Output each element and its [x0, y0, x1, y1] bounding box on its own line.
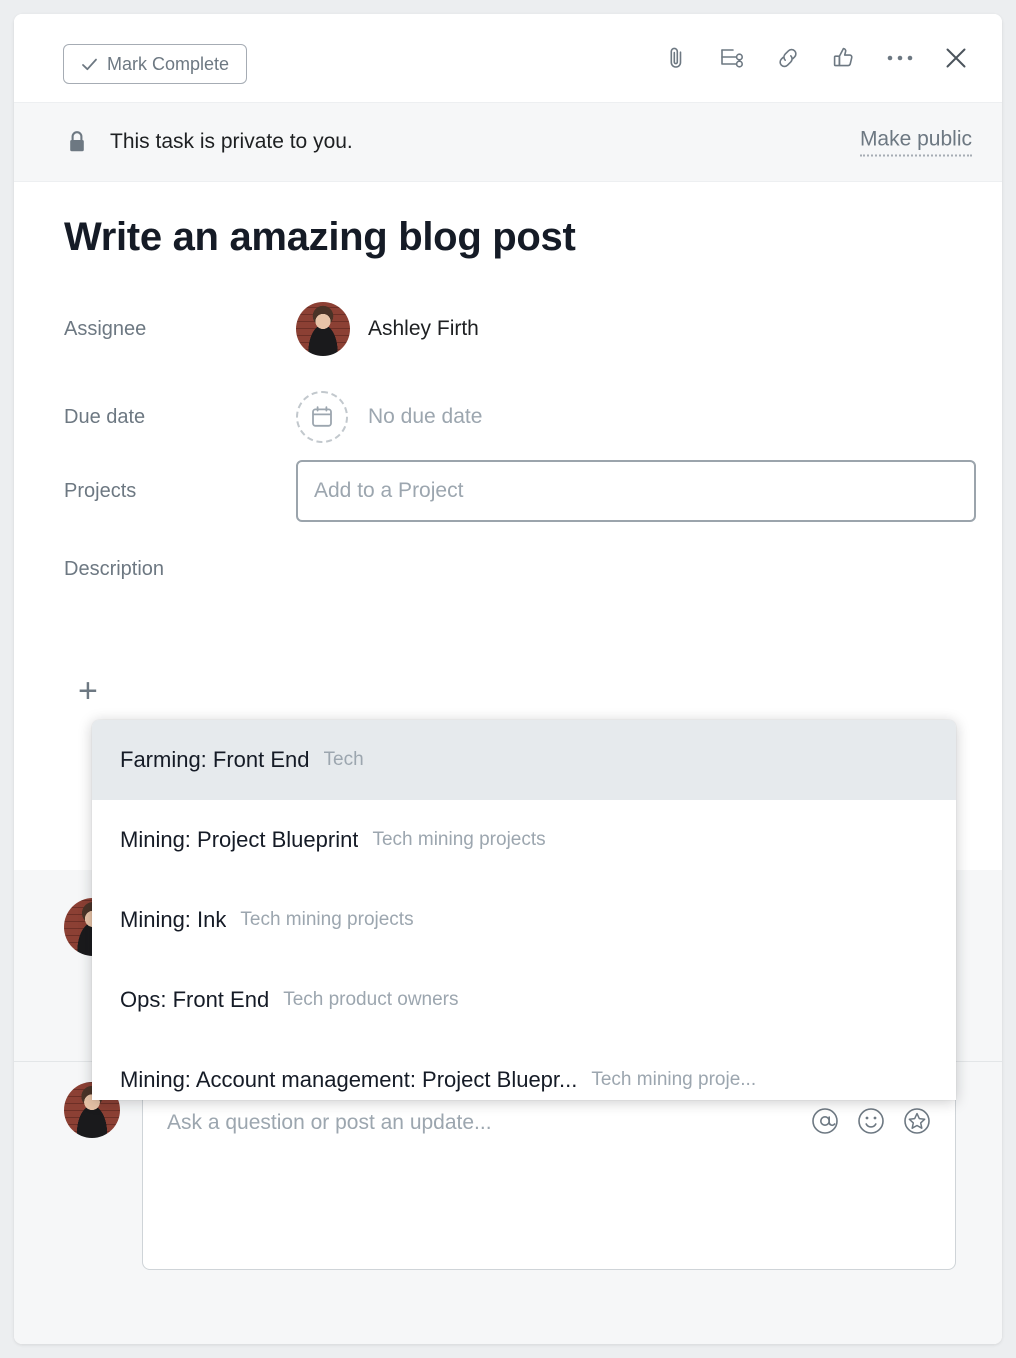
avatar[interactable] [296, 302, 350, 356]
comment-placeholder: Ask a question or post an update... [167, 1111, 492, 1134]
projects-label: Projects [64, 479, 137, 502]
page-title: Write an amazing blog post [64, 215, 576, 259]
make-public-button[interactable]: Make public [859, 128, 972, 157]
check-icon [81, 56, 98, 73]
attachment-icon[interactable] [662, 44, 690, 72]
header-action-bar [662, 44, 970, 72]
mark-complete-button[interactable]: Mark Complete [63, 44, 248, 84]
lock-icon [67, 130, 87, 159]
assignee-row: Assignee Ashley Firth [64, 302, 479, 356]
like-icon[interactable] [830, 44, 858, 72]
task-body: Write an amazing blog post Assignee Ashl… [14, 182, 1002, 1100]
comment-toolbar [809, 1105, 933, 1137]
list-item[interactable]: Mining: Ink Tech mining projects [92, 880, 956, 960]
project-name: Mining: Account management: Project Blue… [120, 1067, 578, 1092]
projects-input[interactable] [296, 460, 976, 522]
project-team: Tech mining projects [240, 909, 414, 930]
privacy-message: This task is private to you. [110, 130, 353, 153]
project-name: Farming: Front End [120, 747, 310, 772]
project-name: Mining: Project Blueprint [120, 827, 359, 852]
list-item[interactable]: Mining: Account management: Project Blue… [92, 1040, 956, 1100]
list-item[interactable]: Farming: Front End Tech [92, 720, 956, 800]
description-label: Description [64, 557, 165, 580]
mark-complete-label: Mark Complete [107, 53, 230, 74]
project-team: Tech mining projects [372, 829, 546, 850]
link-icon[interactable] [774, 44, 802, 72]
privacy-banner: This task is private to you. Make public [14, 103, 1002, 182]
projects-row: Projects [64, 460, 976, 522]
close-icon[interactable] [942, 44, 970, 72]
assignee-name[interactable]: Ashley Firth [368, 317, 479, 341]
project-team: Tech mining proje... [591, 1069, 757, 1090]
task-footer: Collaborators + [14, 1327, 1002, 1344]
project-team: Tech [323, 749, 364, 770]
due-date-label: Due date [64, 405, 146, 428]
description-row: Description [64, 554, 296, 584]
add-subtask-button[interactable]: + [78, 674, 98, 708]
task-header: Mark Complete [14, 14, 1002, 103]
mention-icon[interactable] [809, 1105, 841, 1137]
task-detail-card: Mark Complete This task is private to yo… [14, 14, 1002, 1344]
list-item[interactable]: Ops: Front End Tech product owners [92, 960, 956, 1040]
due-date-row: Due date No due date [64, 390, 482, 444]
more-icon[interactable] [886, 44, 914, 72]
project-suggestions-dropdown[interactable]: Farming: Front End Tech Mining: Project … [92, 720, 956, 1100]
project-name: Mining: Ink [120, 907, 227, 932]
calendar-icon[interactable] [296, 391, 348, 443]
emoji-icon[interactable] [855, 1105, 887, 1137]
project-team: Tech product owners [283, 989, 459, 1010]
due-date-value[interactable]: No due date [368, 405, 482, 429]
comment-input[interactable]: Ask a question or post an update... [142, 1078, 956, 1270]
assignee-label: Assignee [64, 317, 147, 340]
project-name: Ops: Front End [120, 987, 270, 1012]
sticker-icon[interactable] [901, 1105, 933, 1137]
comment-composer: Ask a question or post an update... [14, 1062, 1002, 1327]
subtask-icon[interactable] [718, 44, 746, 72]
list-item[interactable]: Mining: Project Blueprint Tech mining pr… [92, 800, 956, 880]
